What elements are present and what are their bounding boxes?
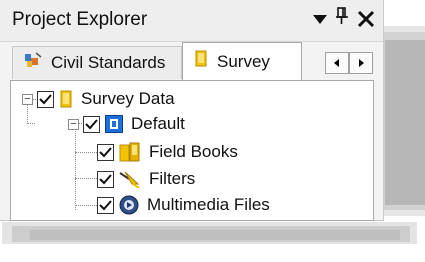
collapse-toggle[interactable]: − [68, 118, 79, 130]
tree-item-label: Default [131, 114, 185, 133]
tree-item-filters[interactable]: Filters [97, 167, 195, 191]
checkbox[interactable] [37, 90, 54, 108]
tab-label: Civil Standards [51, 53, 166, 72]
arrow-left-icon [334, 59, 339, 67]
tab-label: Survey [217, 51, 270, 71]
tab-strip: Civil Standards Survey [0, 42, 383, 82]
tree-item-survey-data[interactable]: − Survey Data [22, 87, 175, 111]
field-books-icon [119, 142, 141, 162]
checkbox[interactable] [83, 115, 100, 133]
checkbox[interactable] [97, 196, 114, 214]
civil-standards-icon [23, 51, 43, 75]
panel-title: Project Explorer [12, 9, 148, 30]
tree-item-label: Field Books [149, 142, 238, 161]
tree-item-label: Filters [149, 169, 196, 188]
survey-tree: − Survey Data − Default Field Books Filt… [10, 80, 374, 221]
pin-icon[interactable] [335, 6, 349, 34]
survey-folder-icon [193, 50, 209, 73]
close-icon[interactable] [357, 6, 375, 34]
project-explorer-panel: Project Explorer Civil Standards Survey … [0, 0, 384, 221]
folder-icon [59, 90, 73, 108]
multimedia-icon [119, 195, 139, 215]
tree-item-label: Multimedia Files [147, 195, 270, 214]
tree-item-default[interactable]: − Default [68, 112, 185, 136]
collapse-toggle[interactable]: − [22, 93, 33, 105]
database-icon [105, 115, 123, 133]
tree-item-label: Survey Data [81, 89, 175, 108]
scroll-right-button[interactable] [349, 52, 373, 74]
scroll-left-button[interactable] [325, 52, 349, 74]
tab-civil-standards[interactable]: Civil Standards [12, 46, 182, 79]
tab-nav [325, 52, 373, 74]
tree-item-multimedia-files[interactable]: Multimedia Files [97, 193, 270, 217]
dropdown-arrow-icon[interactable] [313, 6, 327, 34]
checkbox[interactable] [97, 143, 114, 161]
tab-survey[interactable]: Survey [182, 42, 302, 81]
arrow-right-icon [359, 59, 364, 67]
filter-icon [119, 170, 141, 188]
panel-titlebar: Project Explorer [0, 0, 383, 42]
tree-item-field-books[interactable]: Field Books [97, 140, 238, 164]
checkbox[interactable] [97, 170, 114, 188]
